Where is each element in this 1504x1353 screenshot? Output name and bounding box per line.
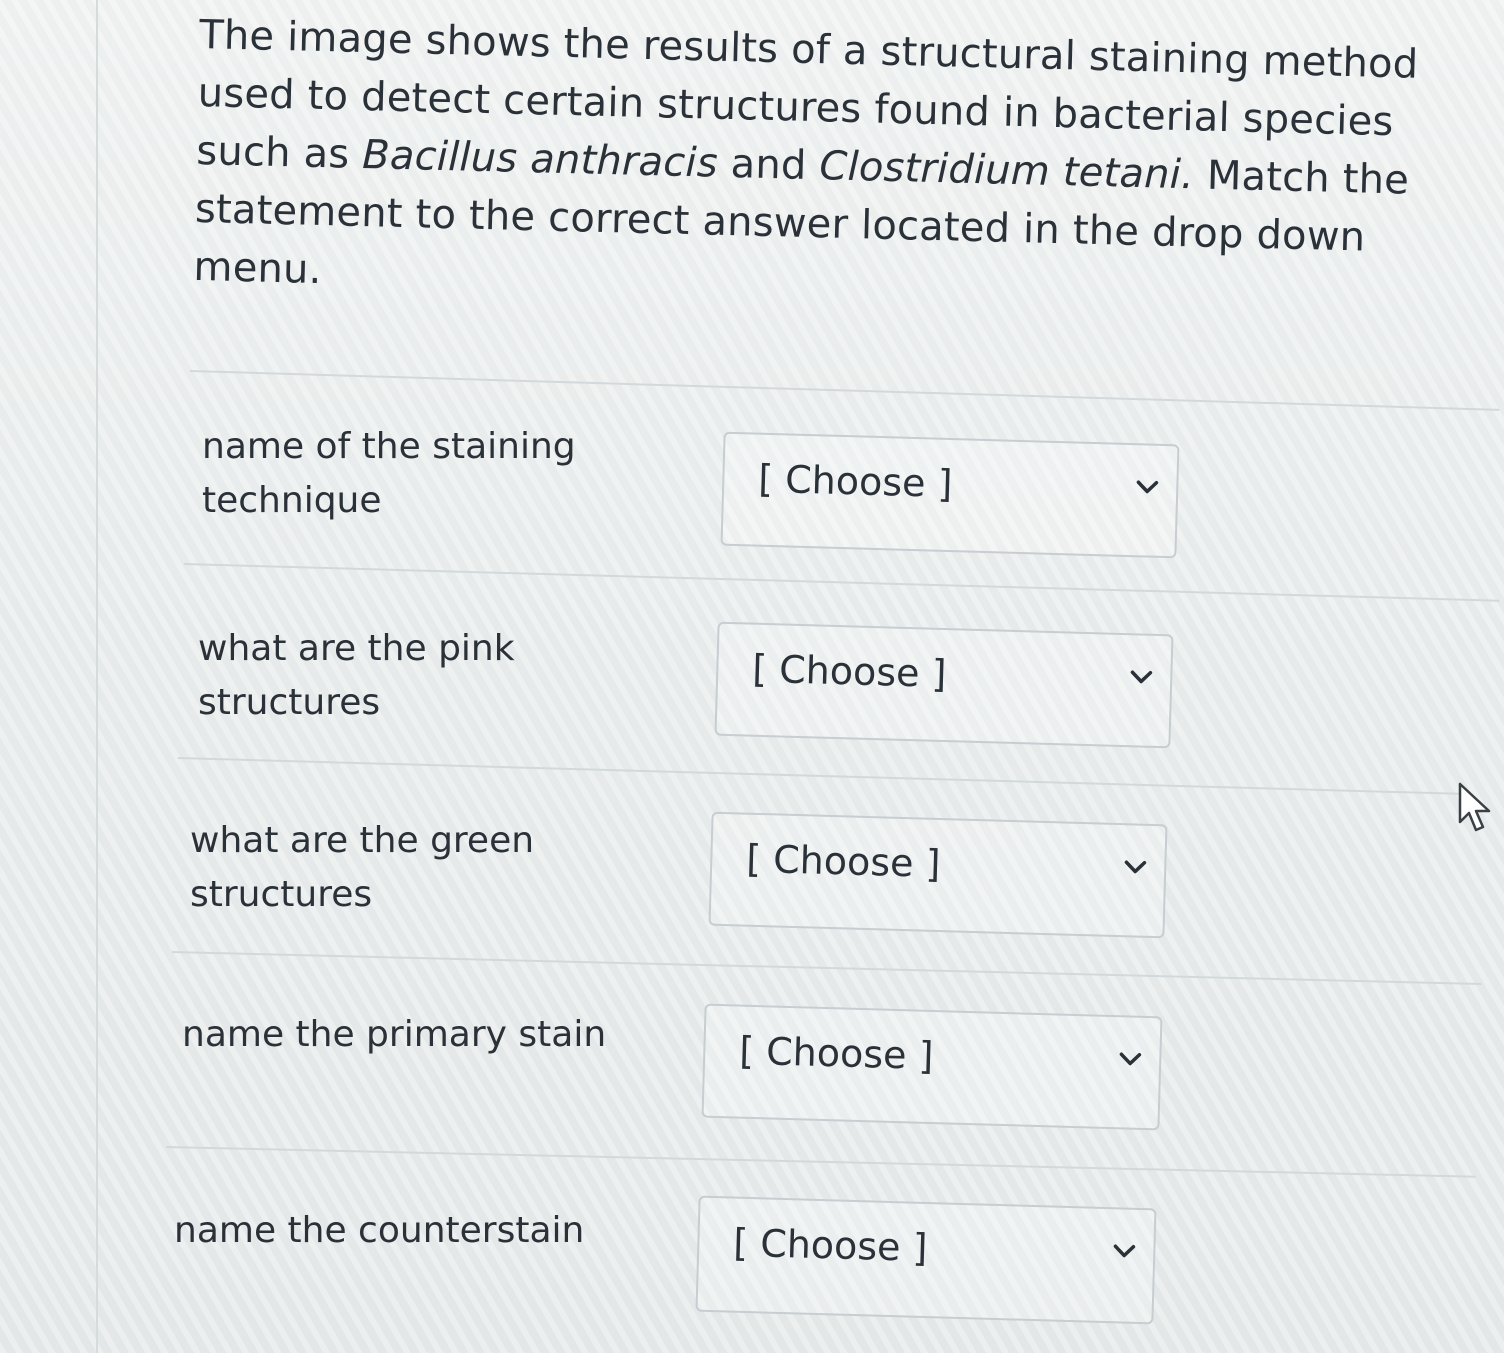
answer-dropdown[interactable]: [ Choose ] xyxy=(701,1003,1163,1131)
statement-label: what are the pink structures xyxy=(198,628,515,723)
species-name-2: Clostridium tetani. xyxy=(818,143,1195,199)
dropdown-value: [ Choose ] xyxy=(757,456,954,507)
statement-label: name of the staining technique xyxy=(202,426,576,521)
dropdown-value: [ Choose ] xyxy=(745,836,942,887)
chevron-down-icon xyxy=(1113,1244,1136,1258)
left-border xyxy=(96,0,98,1353)
mouse-pointer-icon xyxy=(1458,782,1491,832)
statement-label: name the primary stain xyxy=(182,1014,607,1055)
answer-dropdown[interactable]: [ Choose ] xyxy=(720,431,1180,559)
dropdown-value: [ Choose ] xyxy=(738,1028,935,1079)
question-prompt: The image shows the results of a structu… xyxy=(193,6,1490,327)
answer-dropdown[interactable]: [ Choose ] xyxy=(695,1195,1157,1325)
dropdown-value: [ Choose ] xyxy=(751,646,948,697)
statement-label: what are the green structures xyxy=(190,820,535,915)
chevron-down-icon xyxy=(1124,860,1147,874)
dropdown-value: [ Choose ] xyxy=(732,1220,929,1271)
question-text-and: and xyxy=(717,140,821,190)
answer-dropdown[interactable]: [ Choose ] xyxy=(714,621,1174,749)
answer-dropdown[interactable]: [ Choose ] xyxy=(708,811,1168,939)
statement-label: name the counterstain xyxy=(174,1210,585,1251)
species-name-1: Bacillus anthracis xyxy=(361,132,719,187)
chevron-down-icon xyxy=(1130,670,1153,684)
chevron-down-icon xyxy=(1119,1052,1142,1066)
chevron-down-icon xyxy=(1136,480,1159,494)
